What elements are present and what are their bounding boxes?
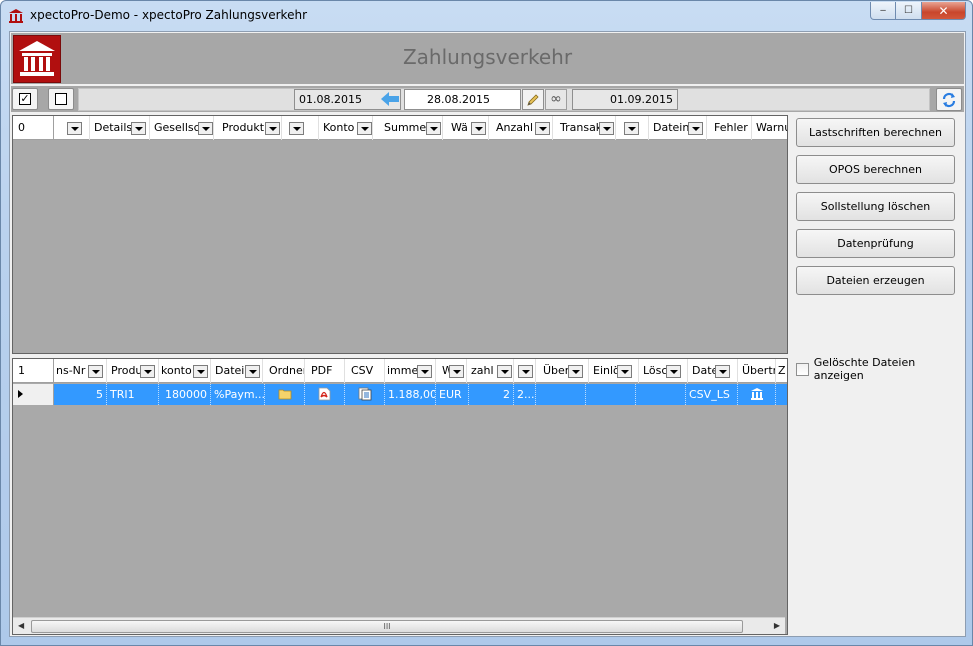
minimize-button[interactable]: ‒ (870, 2, 896, 20)
date-toolbar: ✓ 01.08.2015 28.08.2015 ∞ 01.09.2015 (11, 86, 964, 112)
maximize-button[interactable]: ☐ (896, 2, 922, 20)
filter-dropdown-icon[interactable] (617, 365, 632, 378)
column-header-csv[interactable]: CSV (345, 359, 385, 383)
cell-anzahl[interactable]: 2 (469, 384, 514, 405)
sollstellung-loeschen-button[interactable]: Sollstellung löschen (796, 192, 955, 221)
checkbox-checked-icon: ✓ (19, 92, 31, 105)
pdf-icon[interactable] (318, 387, 331, 401)
edit-date-button[interactable] (522, 89, 544, 110)
table-row[interactable]: 5 TRI1 180000 %Paym... 1.188,00 EUR 2 2.… (13, 384, 787, 405)
row-count-cell: 0 (13, 116, 54, 140)
filter-dropdown-icon[interactable] (193, 365, 208, 378)
filter-dropdown-icon[interactable] (599, 122, 614, 135)
show-deleted-label: Gelöschte Dateien anzeigen (813, 356, 916, 382)
scroll-right-icon[interactable]: ▶ (774, 621, 780, 630)
filter-dropdown-icon[interactable] (471, 122, 486, 135)
column-header-dateityp[interactable]: Date (688, 359, 738, 383)
page-title: Zahlungsverkehr (402, 45, 573, 69)
cell-nr[interactable]: 5 (54, 384, 107, 405)
cell-konto[interactable]: 180000 (159, 384, 211, 405)
show-deleted-files-checkbox[interactable]: Gelöschte Dateien anzeigen (796, 356, 965, 382)
cell-pdf[interactable] (305, 384, 345, 405)
date-to-field[interactable]: 01.09.2015 (572, 89, 678, 110)
column-header-warnung[interactable]: Warnu (752, 116, 787, 140)
column-header-uebertragung[interactable]: Übertra (738, 359, 776, 383)
close-button[interactable]: ✕ (922, 2, 966, 20)
cell-datei[interactable]: %Paym... (211, 384, 265, 405)
cell-uebertragung[interactable] (738, 384, 776, 405)
cell-extra[interactable]: 2... (514, 384, 536, 405)
scroll-thumb[interactable]: III (31, 620, 743, 633)
row-selector[interactable] (13, 384, 54, 405)
cell-csv[interactable] (345, 384, 385, 405)
opos-berechnen-button[interactable]: OPOS berechnen (796, 155, 955, 184)
filter-dropdown-icon[interactable] (497, 365, 512, 378)
filter-dropdown-icon[interactable] (417, 365, 432, 378)
title-bar[interactable]: xpectoPro-Demo - xpectoPro Zahlungsverke… (1, 1, 972, 31)
cell-produkt[interactable]: TRI1 (107, 384, 159, 405)
cell-waehrung[interactable]: EUR (436, 384, 469, 405)
app-window: xpectoPro-Demo - xpectoPro Zahlungsverke… (0, 0, 973, 646)
row-pointer-icon (18, 390, 23, 398)
cell-z[interactable] (776, 384, 787, 405)
top-grid-header: 0 Details Gesellsc Produkt Konto Summe W… (13, 116, 787, 140)
refresh-button[interactable] (936, 88, 962, 111)
window-controls: ‒ ☐ ✕ (870, 2, 966, 20)
window-title: xpectoPro-Demo - xpectoPro Zahlungsverke… (30, 8, 308, 22)
filter-dropdown-icon[interactable] (198, 122, 213, 135)
column-header[interactable]: Z (776, 359, 787, 383)
filter-dropdown-icon[interactable] (568, 365, 583, 378)
client-area: Zahlungsverkehr ✓ 01.08.2015 28.08.2015 … (9, 31, 966, 637)
filter-dropdown-icon[interactable] (449, 365, 464, 378)
filter-dropdown-icon[interactable] (88, 365, 103, 378)
row-count-cell: 1 (13, 359, 54, 383)
cell-ordner[interactable] (265, 384, 305, 405)
filter-dropdown-icon[interactable] (245, 365, 260, 378)
scroll-left-icon[interactable]: ◀ (18, 621, 24, 630)
bank-icon (9, 9, 23, 23)
check-all-button[interactable]: ✓ (12, 88, 38, 110)
bank-icon[interactable] (750, 387, 764, 401)
refresh-icon (942, 92, 956, 107)
filter-dropdown-icon[interactable] (289, 122, 304, 135)
lastschriften-berechnen-button[interactable]: Lastschriften berechnen (796, 118, 955, 147)
arrow-left-icon[interactable] (381, 92, 399, 106)
filter-dropdown-icon[interactable] (688, 122, 703, 135)
infinity-button[interactable]: ∞ (545, 89, 567, 110)
filter-dropdown-icon[interactable] (265, 122, 280, 135)
date-current-field[interactable]: 28.08.2015 (404, 89, 521, 110)
filter-dropdown-icon[interactable] (426, 122, 441, 135)
filter-dropdown-icon[interactable] (624, 122, 639, 135)
checkbox-empty-icon (55, 93, 67, 105)
filter-dropdown-icon[interactable] (666, 365, 681, 378)
bottom-grid-header: 1 ns-Nr Produ konto Datei Ordner PDF CSV… (13, 359, 787, 383)
cell-einloesung[interactable] (586, 384, 636, 405)
cell-summe[interactable]: 1.188,00 (385, 384, 436, 405)
uncheck-all-button[interactable] (48, 88, 74, 110)
filter-dropdown-icon[interactable] (140, 365, 155, 378)
filter-dropdown-icon[interactable] (131, 122, 146, 135)
filter-dropdown-icon[interactable] (67, 122, 82, 135)
checkbox-empty-icon[interactable] (796, 362, 809, 376)
column-header-ordner[interactable]: Ordner (265, 359, 305, 383)
pencil-icon (527, 93, 539, 106)
folder-icon[interactable] (278, 388, 292, 400)
cell-loeschen[interactable] (636, 384, 686, 405)
filter-dropdown-icon[interactable] (357, 122, 372, 135)
bottom-data-grid[interactable]: 1 ns-Nr Produ konto Datei Ordner PDF CSV… (12, 358, 788, 635)
filter-dropdown-icon[interactable] (715, 365, 730, 378)
cell-ueberweisung[interactable] (536, 384, 586, 405)
column-header-fehler[interactable]: Fehler (710, 116, 752, 140)
cell-dateityp[interactable]: CSV_LS (686, 384, 738, 405)
filter-dropdown-icon[interactable] (535, 122, 550, 135)
top-data-grid[interactable]: 0 Details Gesellsc Produkt Konto Summe W… (12, 115, 788, 354)
horizontal-scrollbar[interactable]: ◀ III ▶ (13, 617, 785, 634)
filter-dropdown-icon[interactable] (518, 365, 533, 378)
dateien-erzeugen-button[interactable]: Dateien erzeugen (796, 266, 955, 295)
header-band: Zahlungsverkehr (11, 33, 964, 84)
datenpruefung-button[interactable]: Datenprüfung (796, 229, 955, 258)
column-header-pdf[interactable]: PDF (305, 359, 345, 383)
csv-icon[interactable] (358, 387, 372, 401)
